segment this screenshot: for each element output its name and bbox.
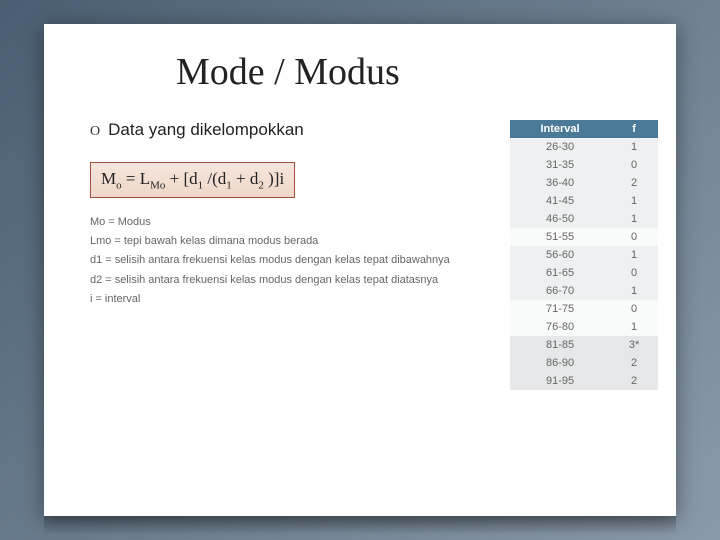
definition-desc: interval: [105, 293, 140, 305]
definition-row: d1=selisih antara frekuensi kelas modus …: [90, 252, 490, 269]
definition-desc: tepi bawah kelas dimana modus berada: [124, 235, 318, 247]
cell-f: 1: [610, 210, 658, 228]
cell-interval: 71-75: [510, 300, 610, 318]
cell-f: 1: [610, 138, 658, 156]
cell-interval: 26-30: [510, 138, 610, 156]
cell-f: 2: [610, 354, 658, 372]
definition-term: Lmo: [90, 235, 111, 247]
bullet-text: Data yang dikelompokkan: [108, 120, 304, 140]
table-row: 26-301: [510, 138, 658, 156]
bullet-marker: O: [90, 124, 100, 140]
formula-open: + [: [165, 169, 189, 188]
definition-eq: =: [92, 293, 104, 305]
cell-interval: 86-90: [510, 354, 610, 372]
cell-f: 1: [610, 282, 658, 300]
col-f: f: [610, 120, 658, 138]
table-row: 91-952: [510, 372, 658, 390]
slide: Mode / Modus O Data yang dikelompokkan M…: [44, 24, 676, 516]
table-row: 41-451: [510, 192, 658, 210]
table-row: 51-550: [510, 228, 658, 246]
formula-d1b: d: [218, 169, 227, 188]
definition-desc: selisih antara frekuensi kelas modus den…: [115, 274, 438, 286]
cell-f: 0: [610, 228, 658, 246]
cell-interval: 51-55: [510, 228, 610, 246]
cell-interval: 36-40: [510, 174, 610, 192]
definition-term: d2: [90, 274, 102, 286]
table-row: 56-601: [510, 246, 658, 264]
formula-slash: /(: [203, 169, 218, 188]
cell-interval: 41-45: [510, 192, 610, 210]
cell-f: 2: [610, 174, 658, 192]
formula-close: )]: [264, 169, 280, 188]
cell-interval: 81-85: [510, 336, 610, 354]
col-interval: Interval: [510, 120, 610, 138]
definition-term: d1: [90, 254, 102, 266]
cell-f: 1: [610, 246, 658, 264]
definition-desc: Modus: [118, 216, 151, 228]
definition-eq: =: [102, 274, 114, 286]
right-column: Interval f 26-30131-35036-40241-45146-50…: [510, 120, 658, 390]
formula-plus2: +: [232, 169, 250, 188]
table-header-row: Interval f: [510, 120, 658, 138]
formula-L: L: [140, 169, 150, 188]
table-row: 86-902: [510, 354, 658, 372]
cell-interval: 31-35: [510, 156, 610, 174]
cell-interval: 91-95: [510, 372, 610, 390]
formula-box: Mo = LMo + [d1 /(d1 + d2 )]i: [90, 162, 295, 198]
cell-f: 2: [610, 372, 658, 390]
table-row: 36-402: [510, 174, 658, 192]
slide-title: Mode / Modus: [176, 50, 658, 94]
formula-eq: =: [122, 169, 140, 188]
definition-row: Lmo=tepi bawah kelas dimana modus berada: [90, 233, 490, 250]
formula-mo: M: [101, 169, 116, 188]
table-row: 76-801: [510, 318, 658, 336]
definition-desc: selisih antara frekuensi kelas modus den…: [115, 254, 450, 266]
cell-interval: 46-50: [510, 210, 610, 228]
definition-row: Mo=Modus: [90, 214, 490, 231]
cell-interval: 56-60: [510, 246, 610, 264]
formula-d1: d: [189, 169, 198, 188]
cell-f: 0: [610, 156, 658, 174]
table-row: 66-701: [510, 282, 658, 300]
definition-row: d2=selisih antara frekuensi kelas modus …: [90, 272, 490, 289]
frequency-table: Interval f 26-30131-35036-40241-45146-50…: [510, 120, 658, 390]
content-row: O Data yang dikelompokkan Mo = LMo + [d1…: [84, 120, 658, 390]
cell-interval: 61-65: [510, 264, 610, 282]
cell-f: 1: [610, 192, 658, 210]
table-row: 61-650: [510, 264, 658, 282]
cell-f: 1: [610, 318, 658, 336]
cell-f: 0: [610, 300, 658, 318]
definition-eq: =: [105, 216, 117, 228]
cell-interval: 66-70: [510, 282, 610, 300]
definition-eq: =: [111, 235, 123, 247]
bullet-item: O Data yang dikelompokkan: [90, 120, 490, 140]
formula-i: i: [279, 169, 284, 188]
cell-f: 3*: [610, 336, 658, 354]
table-row: 81-853*: [510, 336, 658, 354]
table-row: 71-750: [510, 300, 658, 318]
definitions-block: Mo=ModusLmo=tepi bawah kelas dimana modu…: [90, 214, 490, 307]
definition-row: i=interval: [90, 291, 490, 308]
table-row: 46-501: [510, 210, 658, 228]
table-row: 31-350: [510, 156, 658, 174]
definition-eq: =: [102, 254, 114, 266]
left-column: O Data yang dikelompokkan Mo = LMo + [d1…: [84, 120, 490, 390]
cell-interval: 76-80: [510, 318, 610, 336]
formula-L-sub: Mo: [150, 179, 165, 191]
cell-f: 0: [610, 264, 658, 282]
definition-term: Mo: [90, 216, 105, 228]
